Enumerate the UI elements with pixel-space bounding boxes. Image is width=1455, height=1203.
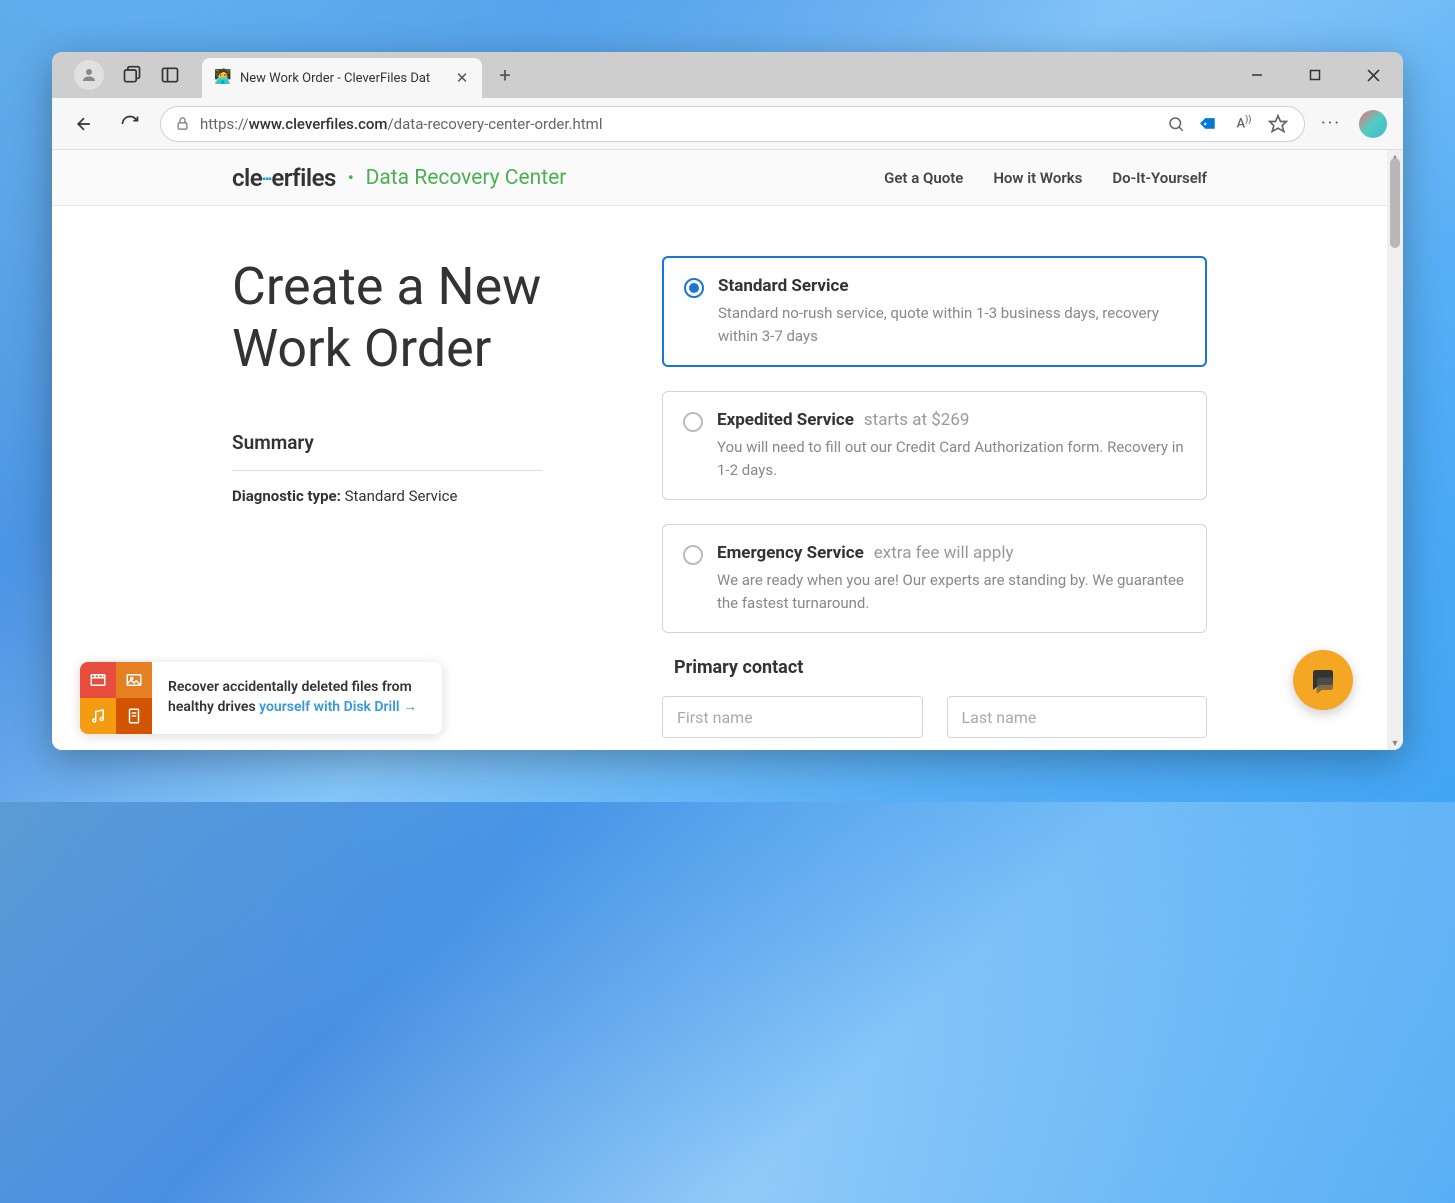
- person-icon: [80, 66, 98, 84]
- dots-icon: ···: [1321, 113, 1341, 134]
- refresh-button[interactable]: [114, 108, 146, 140]
- summary-row: Diagnostic type: Standard Service: [232, 487, 542, 505]
- new-tab-button[interactable]: +: [490, 60, 520, 90]
- maximize-button[interactable]: [1295, 60, 1335, 90]
- film-icon: [80, 662, 116, 698]
- page-content: cle▪▪▪erfiles • Data Recovery Center Get…: [52, 150, 1403, 750]
- tab-title: New Work Order - CleverFiles Dat: [240, 71, 446, 86]
- page-title: Create a New Work Order: [232, 256, 542, 381]
- workspaces-icon: [122, 65, 142, 85]
- tab-close-button[interactable]: ✕: [454, 70, 470, 86]
- service-info: Expedited Service starts at $269 You wil…: [717, 410, 1186, 481]
- promo-link[interactable]: yourself with Disk Drill →: [259, 699, 417, 715]
- back-button[interactable]: [68, 108, 100, 140]
- scroll-down-icon[interactable]: ▼: [1387, 736, 1403, 750]
- service-option-standard[interactable]: Standard Service Standard no-rush servic…: [662, 256, 1207, 367]
- service-desc: We are ready when you are! Our experts a…: [717, 569, 1186, 614]
- service-desc: You will need to fill out our Credit Car…: [717, 436, 1186, 481]
- tab-favicon: 🧑‍💻: [214, 69, 232, 87]
- nav-links: Get a Quote How it Works Do-It-Yourself: [884, 169, 1207, 187]
- logo-subtitle: Data Recovery Center: [366, 166, 567, 190]
- read-aloud-button[interactable]: A)): [1232, 112, 1256, 136]
- panel-icon: [160, 65, 180, 85]
- radio-emergency[interactable]: [683, 545, 703, 565]
- service-price: starts at $269: [864, 410, 970, 430]
- browser-tab-active[interactable]: 🧑‍💻 New Work Order - CleverFiles Dat ✕: [202, 58, 482, 98]
- url-bar[interactable]: https://www.cleverfiles.com/data-recover…: [160, 106, 1305, 142]
- shopping-button[interactable]: [1193, 107, 1227, 141]
- music-icon: [80, 698, 116, 734]
- tab-bar-left: [60, 60, 194, 90]
- service-price: extra fee will apply: [874, 543, 1014, 563]
- contact-input-row: [662, 696, 1207, 738]
- tag-icon: [1196, 109, 1224, 137]
- logo-separator: •: [348, 168, 354, 187]
- lock-icon: [175, 116, 190, 131]
- browser-window: 🧑‍💻 New Work Order - CleverFiles Dat ✕ +: [52, 52, 1403, 750]
- service-info: Standard Service Standard no-rush servic…: [718, 276, 1185, 347]
- document-icon: [116, 698, 152, 734]
- refresh-icon: [120, 114, 140, 134]
- service-title: Expedited Service: [717, 410, 854, 430]
- service-title: Standard Service: [718, 276, 849, 296]
- address-bar: https://www.cleverfiles.com/data-recover…: [52, 98, 1403, 150]
- promo-icon-grid: [80, 662, 152, 734]
- close-window-button[interactable]: [1353, 60, 1393, 90]
- nav-diy[interactable]: Do-It-Yourself: [1112, 169, 1207, 187]
- service-title: Emergency Service: [717, 543, 864, 563]
- tab-bar: 🧑‍💻 New Work Order - CleverFiles Dat ✕ +: [52, 52, 1403, 98]
- chat-button[interactable]: [1293, 650, 1353, 710]
- chat-icon: [1308, 665, 1338, 695]
- summary-label: Diagnostic type:: [232, 487, 341, 505]
- summary-value: Standard Service: [345, 487, 458, 505]
- radio-standard[interactable]: [684, 278, 704, 298]
- logo-text: cle▪▪▪erfiles: [232, 164, 336, 192]
- nav-get-quote[interactable]: Get a Quote: [884, 169, 963, 187]
- promo-widget[interactable]: Recover accidentally deleted files from …: [80, 662, 442, 734]
- maximize-icon: [1309, 69, 1321, 81]
- profile-button[interactable]: [74, 60, 104, 90]
- service-desc: Standard no-rush service, quote within 1…: [718, 302, 1185, 347]
- promo-text: Recover accidentally deleted files from …: [152, 678, 442, 717]
- arrow-left-icon: [74, 114, 94, 134]
- contact-heading: Primary contact: [674, 657, 1207, 678]
- close-icon: [1367, 69, 1380, 82]
- copilot-button[interactable]: [1359, 110, 1387, 138]
- site-header: cle▪▪▪erfiles • Data Recovery Center Get…: [52, 150, 1387, 206]
- summary-divider: [232, 470, 542, 471]
- read-aloud-icon: A)): [1237, 115, 1252, 131]
- main-scroll: cle▪▪▪erfiles • Data Recovery Center Get…: [52, 150, 1387, 750]
- url-text: https://www.cleverfiles.com/data-recover…: [200, 115, 1154, 133]
- nav-how-it-works[interactable]: How it Works: [993, 169, 1082, 187]
- service-option-emergency[interactable]: Emergency Service extra fee will apply W…: [662, 524, 1207, 633]
- minimize-button[interactable]: [1237, 60, 1277, 90]
- scrollbar[interactable]: ▲ ▼: [1387, 150, 1403, 750]
- address-actions: ···: [1319, 110, 1387, 138]
- star-icon: [1268, 114, 1288, 134]
- scrollbar-thumb[interactable]: [1390, 158, 1400, 248]
- summary-heading: Summary: [232, 431, 542, 454]
- favorites-button[interactable]: [1266, 112, 1290, 136]
- first-name-input[interactable]: [662, 696, 923, 738]
- workspaces-button[interactable]: [122, 65, 142, 85]
- settings-more-button[interactable]: ···: [1319, 112, 1343, 136]
- service-option-expedited[interactable]: Expedited Service starts at $269 You wil…: [662, 391, 1207, 500]
- logo[interactable]: cle▪▪▪erfiles • Data Recovery Center: [232, 164, 566, 192]
- minimize-icon: [1251, 69, 1263, 81]
- image-icon: [116, 662, 152, 698]
- last-name-input[interactable]: [947, 696, 1208, 738]
- window-controls: [1237, 52, 1393, 98]
- radio-expedited[interactable]: [683, 412, 703, 432]
- zoom-button[interactable]: [1164, 112, 1188, 136]
- form-area: Create a New Work Order Summary Diagnost…: [52, 206, 1387, 738]
- magnify-icon: [1167, 115, 1185, 133]
- vertical-tabs-button[interactable]: [160, 65, 180, 85]
- right-column: Standard Service Standard no-rush servic…: [662, 256, 1207, 738]
- service-info: Emergency Service extra fee will apply W…: [717, 543, 1186, 614]
